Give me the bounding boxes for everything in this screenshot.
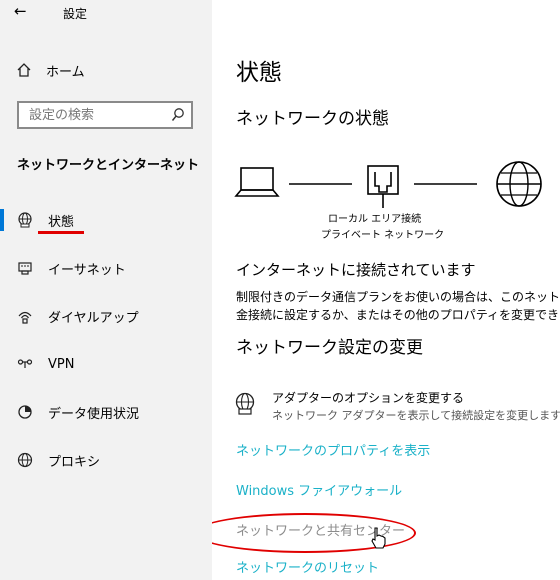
search-icon[interactable] — [171, 107, 185, 123]
data-usage-icon — [18, 405, 32, 419]
annotation-underline — [38, 231, 84, 234]
sidebar-item-ethernet[interactable]: イーサネット — [0, 251, 212, 285]
windows-firewall-link[interactable]: Windows ファイアウォール — [236, 480, 402, 499]
internet-globe-icon — [496, 161, 542, 207]
app-title: 設定 — [63, 7, 88, 21]
globe-status-icon — [18, 212, 32, 228]
sidebar-item-label: 状態 — [48, 214, 75, 230]
sidebar-item-dialup[interactable]: ダイヤルアップ — [0, 299, 212, 333]
adapter-options-title: アダプターのオプションを変更する — [272, 391, 465, 405]
adapter-options-subtitle: ネットワーク アダプターを表示して接続設定を変更します。 — [272, 409, 560, 422]
network-name: ローカル エリア接続 — [328, 214, 422, 225]
search-box[interactable] — [17, 101, 193, 129]
page-title: 状態 — [236, 60, 282, 86]
sidebar-item-status[interactable]: 状態 — [0, 203, 212, 237]
vpn-icon — [17, 359, 33, 368]
change-settings-heading: ネットワーク設定の変更 — [236, 338, 423, 358]
network-diagram: ローカル エリア接続 プライベート ネットワーク — [234, 158, 560, 248]
description-line-2: 金接続に設定するか、またはその他のプロパティを変更できま — [236, 308, 560, 322]
back-arrow-icon[interactable]: ← — [14, 2, 27, 20]
sidebar-item-label: プロキシ — [48, 454, 101, 470]
network-diagram-graphic — [234, 161, 542, 208]
description-line-1: 制限付きのデータ通信プランをお使いの場合は、このネットワ — [236, 290, 560, 304]
section-title: ネットワークとインターネット — [17, 158, 200, 173]
network-type: プライベート ネットワーク — [321, 230, 445, 241]
network-plug-icon — [367, 165, 399, 208]
sidebar: ← 設定 ホーム ネットワークとインターネット 状態 イーサネ — [0, 0, 212, 580]
adapter-globe-icon — [235, 392, 255, 415]
sidebar-item-label: ダイヤルアップ — [48, 310, 139, 326]
globe-icon — [17, 452, 33, 468]
dialup-icon — [18, 311, 32, 324]
view-network-properties-link[interactable]: ネットワークのプロパティを表示 — [236, 440, 430, 459]
laptop-icon — [234, 167, 280, 197]
network-reset-link[interactable]: ネットワークのリセット — [236, 557, 379, 576]
hand-cursor-icon — [371, 527, 386, 549]
connection-status: インターネットに接続されています — [236, 261, 476, 279]
home-nav-item[interactable]: ホーム — [16, 58, 85, 82]
main-content: 状態 ネットワークの状態 ローカル エリア接続 プライベート ネットワーク イン… — [212, 0, 560, 580]
ethernet-icon — [18, 262, 32, 275]
home-label: ホーム — [46, 64, 85, 80]
sidebar-item-proxy[interactable]: プロキシ — [0, 443, 212, 477]
title-bar: ← 設定 — [0, 0, 212, 26]
network-status-heading: ネットワークの状態 — [236, 109, 389, 129]
search-input[interactable] — [29, 107, 169, 123]
sidebar-item-vpn[interactable]: VPN — [0, 347, 212, 381]
sidebar-item-label: イーサネット — [48, 262, 126, 278]
sidebar-item-label: VPN — [48, 356, 75, 372]
sidebar-item-label: データ使用状況 — [48, 406, 140, 422]
home-icon — [17, 63, 31, 77]
sidebar-item-data-usage[interactable]: データ使用状況 — [0, 395, 212, 429]
